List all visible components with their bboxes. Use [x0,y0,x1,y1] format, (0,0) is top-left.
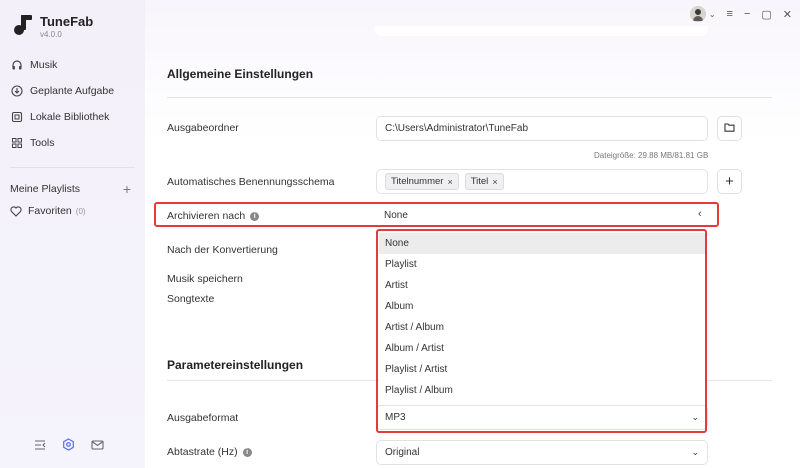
sidebar-item-tools[interactable]: Tools [0,130,145,156]
sidebar-divider [10,167,135,168]
parameter-settings-title: Parametereinstellungen [167,358,304,372]
samplerate-value: Original [385,447,420,458]
chevron-down-icon: ⌄ [708,9,716,19]
plus-icon: + [725,173,734,190]
sidebar-item-label: Lokale Bibliothek [30,111,110,123]
save-music-label: Musik speichern [167,273,243,285]
chevron-down-icon: ⌄ [691,447,699,457]
samplerate-select[interactable]: Original ⌄ [376,440,708,465]
top-scroll-edge [375,26,708,36]
output-format-label: Ausgabeformat [167,412,239,424]
naming-scheme-label: Automatisches Benennungsschema [167,176,335,188]
general-settings-title: Allgemeine Einstellungen [167,67,314,81]
naming-scheme-field[interactable]: Titelnummer × Titel × [376,169,708,194]
menu-icon[interactable]: ≡ [727,8,733,20]
samplerate-label: Abtastrate (Hz) i [167,446,252,458]
headphones-icon [10,58,24,72]
heart-icon [10,205,22,217]
sidebar-nav: Musik Geplante Aufgabe Lokale Bibliothek… [0,52,145,156]
output-folder-field[interactable]: C:\Users\Administrator\TuneFab [376,116,708,141]
tunefab-logo-icon [12,14,34,36]
my-playlists-label: Meine Playlists [10,183,81,195]
remove-chip-icon[interactable]: × [492,177,497,187]
lyrics-label: Songtexte [167,293,215,305]
section-divider [167,97,772,98]
sidebar-item-musik[interactable]: Musik [0,52,145,78]
chip-label: Titel [470,176,489,187]
download-circle-icon [10,84,24,98]
favorites-label: Favoriten [28,205,72,217]
window-controls: ⌄ ≡ − ▢ ✕ [689,6,792,22]
minimize-icon[interactable]: − [744,8,750,20]
folder-icon [724,122,735,135]
browse-folder-button[interactable] [717,116,742,141]
brand: TuneFab v4.0.0 [12,14,93,41]
archive-row-highlight [154,202,719,227]
info-icon[interactable]: i [242,447,252,457]
avatar [689,6,706,22]
app-version: v4.0.0 [40,30,62,39]
chip-label: Titelnummer [391,176,444,187]
account-menu[interactable]: ⌄ [689,6,716,22]
add-naming-button[interactable]: + [717,169,742,194]
maximize-icon[interactable]: ▢ [761,8,771,21]
sidebar-item-label: Geplante Aufgabe [30,85,115,97]
sidebar-item-favoriten[interactable]: Favoriten (0) [10,205,86,217]
scrollbar[interactable] [790,0,794,468]
collapse-sidebar-icon[interactable] [34,439,46,453]
add-playlist-icon[interactable]: + [123,181,131,197]
sidebar-item-lokale-bibliothek[interactable]: Lokale Bibliothek [0,104,145,130]
mail-icon[interactable] [91,439,104,453]
sidebar-bottom-toolbar [34,438,104,454]
app-name: TuneFab [40,14,94,29]
sidebar-item-label: Tools [30,137,55,149]
output-folder-value: C:\Users\Administrator\TuneFab [385,123,529,134]
remove-chip-icon[interactable]: × [447,177,452,187]
samplerate-label-text: Abtastrate (Hz) [167,446,238,458]
favorites-count: (0) [75,206,86,216]
output-folder-label: Ausgabeordner [167,122,239,134]
settings-icon[interactable] [62,438,75,454]
library-icon [10,110,24,124]
after-conversion-label: Nach der Konvertierung [167,244,278,256]
file-size-info: Dateigröße: 29.88 MB/81.81 GB [594,151,709,160]
sidebar-item-label: Musik [30,59,58,71]
naming-chip[interactable]: Titelnummer × [385,173,459,190]
grid-icon [10,136,24,150]
naming-chip[interactable]: Titel × [464,173,504,190]
my-playlists-header: Meine Playlists + [10,181,131,197]
dropdown-highlight [376,229,707,433]
sidebar: TuneFab v4.0.0 Musik Geplante Aufgabe Lo… [0,0,145,468]
sidebar-item-geplante-aufgabe[interactable]: Geplante Aufgabe [0,78,145,104]
